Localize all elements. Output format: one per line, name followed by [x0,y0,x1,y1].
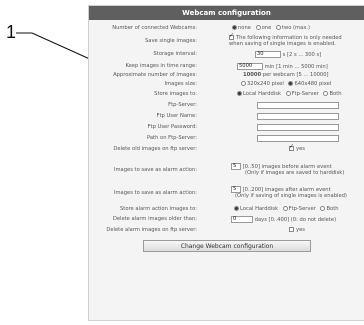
ftp-path-label: Path on Ftp-Server: [146,135,197,141]
save-single-text2: when saving of single images is enabled. [229,41,336,47]
storage-input[interactable]: 30 [255,51,281,58]
alarm-ftp-delete-yes: yes [296,227,305,233]
keep-range-hint: min [1 min ... 5000 min] [264,64,328,70]
radio-alarm-both[interactable] [320,206,326,211]
ftp-user-label: Ftp User Name: [156,113,197,119]
radio-alarm-ftp-label: Ftp-Server [288,206,316,212]
radio-640-label: 640x480 pixel [294,81,332,87]
radio-store-ftp-label: Ftp-Server [291,91,319,97]
radio-one-label: one [261,25,272,31]
delete-old-yes: yes [296,146,305,152]
ftp-server-label: Ftp-Server: [168,102,197,108]
save-single-checkbox[interactable] [229,33,234,40]
alarm-delete-hint: days [0..400] (0: do not delete) [254,217,337,223]
alarm-ftp-delete-checkbox[interactable] [289,227,294,232]
ftp-path-input[interactable] [257,135,339,142]
connected-label: Number of connected Webcams: [112,25,197,31]
alarm-before-hint2: (Only if images are saved to harddisk) [245,170,345,176]
radio-none[interactable] [232,25,237,30]
approx-label: Approximate number of images: [113,72,197,78]
approx-value: 10000 [243,72,262,78]
alarm-before-input[interactable]: 5 [231,163,241,170]
alarm-delete-label: Delete alarm images older than: [112,216,197,222]
panel-title: Webcam configuration [89,6,364,20]
delete-old-label: Delete old images on ftp server: [113,146,197,152]
radio-store-both-label: Both [329,91,342,97]
radio-none-label: none [238,25,251,31]
radio-640[interactable] [288,81,294,86]
save-single-label: Save single images: [145,38,197,44]
size-label: Images size: [164,81,197,87]
ftp-user-input[interactable] [257,113,339,120]
ftp-pass-input[interactable] [257,124,339,131]
alarm-ftp-delete-label: Delete alarm images on ftp server: [106,227,197,233]
storage-label: Storage interval: [153,51,197,57]
ftp-pass-label: Ftp User Password: [147,124,197,130]
approx-hint: per webcam [5 ... 10000] [262,72,329,78]
radio-two[interactable] [275,25,281,30]
radio-store-local-label: Local Harddisk [243,91,281,97]
radio-store-both[interactable] [323,91,329,96]
radio-one[interactable] [255,25,261,30]
radio-two-label: two (max.) [281,25,311,31]
alarm-before-label: Images to save as alarm action: [113,167,197,173]
radio-320-label: 320x240 pixel [247,81,284,87]
keep-range-input[interactable]: 5000 [237,63,263,70]
alarm-store-label: Store alarm action images to: [120,206,197,212]
alarm-after-hint2: (Only if saving of single images is enab… [235,193,347,199]
keep-range-label: Keep images in time range: [125,63,197,69]
radio-alarm-local[interactable] [234,206,239,211]
radio-store-ftp[interactable] [285,91,291,96]
radio-alarm-ftp[interactable] [282,206,288,211]
radio-alarm-local-label: Local Harddisk [240,206,278,212]
radio-store-local[interactable] [237,91,242,96]
alarm-after-input[interactable]: 5 [231,186,241,193]
change-webcam-config-button[interactable]: Change Webcam configuration [143,240,311,252]
storage-hint: s [2 s ... 300 s] [282,52,322,58]
radio-320[interactable] [241,81,246,86]
alarm-after-label: Images to save as alarm action: [113,190,197,196]
radio-alarm-both-label: Both [326,206,339,212]
alarm-delete-input[interactable]: 0 [231,216,253,223]
delete-old-checkbox[interactable] [289,144,294,151]
ftp-server-input[interactable] [257,102,339,109]
store-to-label: Store images to: [154,91,197,97]
webcam-config-panel: Webcam configuration Number of connected… [88,5,364,321]
